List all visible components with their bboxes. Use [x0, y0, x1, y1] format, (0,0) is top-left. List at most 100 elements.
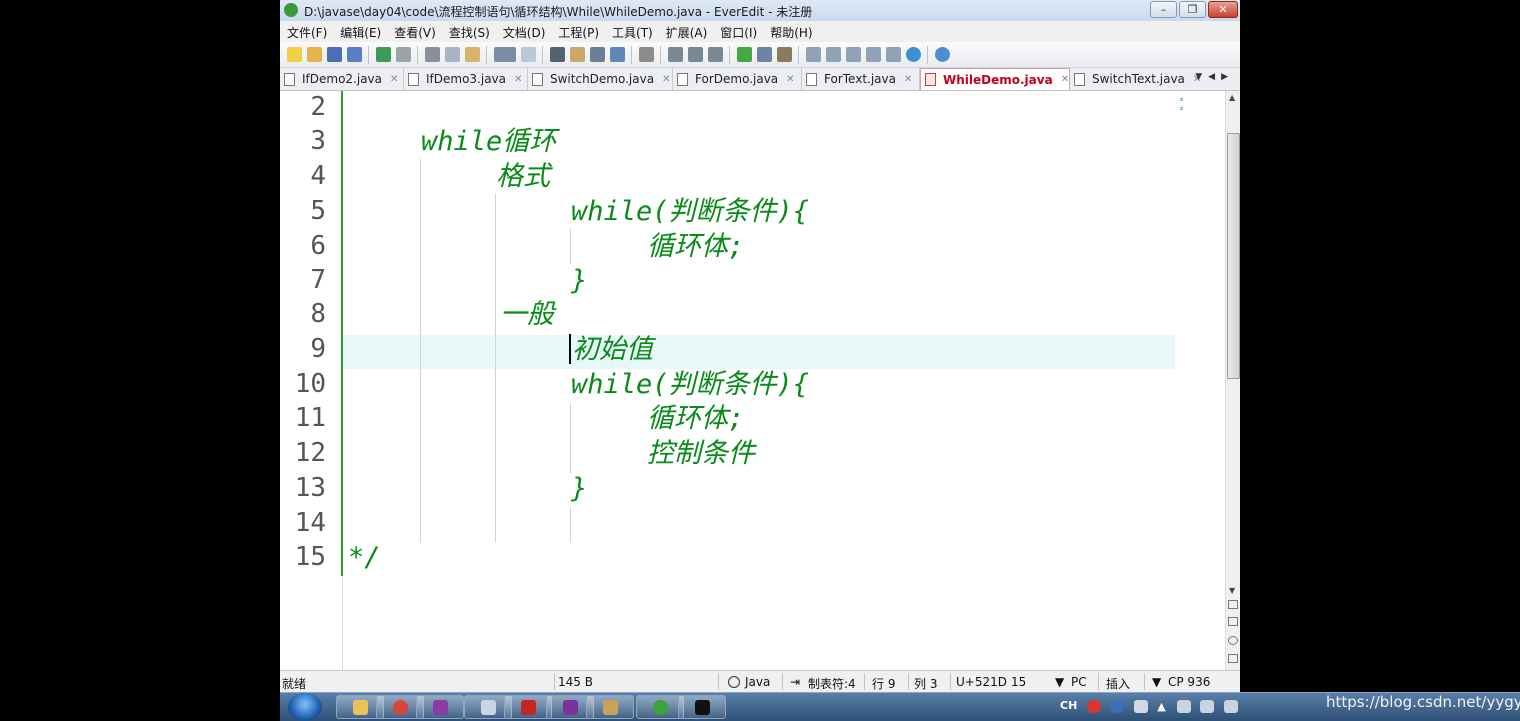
status-encoding[interactable]: CP 936 — [1168, 675, 1210, 689]
menu-tools[interactable]: 工具(T) — [605, 21, 659, 42]
hex-icon[interactable] — [885, 47, 901, 62]
line-number: 13 — [294, 473, 326, 503]
goto-icon[interactable] — [609, 47, 625, 62]
macro-play-icon[interactable] — [687, 47, 703, 62]
menu-window[interactable]: 窗口(I) — [713, 21, 763, 42]
column-mode-icon[interactable] — [520, 47, 536, 62]
plugin-icon[interactable] — [736, 47, 752, 62]
page-icon[interactable] — [1228, 617, 1238, 626]
paste-icon[interactable] — [464, 47, 480, 62]
scroll-down-arrow-icon[interactable]: ▼ — [1229, 586, 1235, 595]
status-line-ending[interactable]: PC — [1071, 675, 1087, 689]
flag-icon[interactable] — [1176, 699, 1191, 713]
tab-close-icon[interactable]: ✕ — [390, 74, 398, 85]
status-language[interactable]: Java — [745, 675, 770, 689]
tab-close-icon[interactable]: ✕ — [904, 74, 912, 85]
taskbar-onenote[interactable] — [416, 695, 464, 719]
help-icon[interactable] — [934, 47, 950, 62]
settings-tray-icon[interactable] — [1133, 699, 1148, 713]
code-text: while(判断条件){ — [571, 196, 810, 227]
status-insert-mode[interactable]: 插入 — [1106, 675, 1130, 692]
tab-switchtext[interactable]: SwitchText.java ✕ — [1070, 68, 1201, 90]
code-editor[interactable]: 2 3 while循环 4 格式 5 while(判断条件){ 6 循环体; 7… — [280, 91, 1225, 670]
save-all-icon[interactable] — [346, 47, 362, 62]
tab-switchdemo[interactable]: SwitchDemo.java ✕ — [528, 68, 673, 90]
restore-button[interactable]: ❐ — [1179, 1, 1206, 18]
copy-icon[interactable] — [444, 47, 460, 62]
window-icon[interactable] — [756, 47, 772, 62]
scrollbar-thumb[interactable] — [1227, 133, 1240, 379]
console-icon[interactable] — [865, 47, 881, 62]
tab-close-icon[interactable]: ✕ — [662, 74, 670, 85]
status-unicode: U+521D — [956, 675, 1007, 689]
taskbar-everedit[interactable] — [636, 695, 684, 719]
calculator-icon[interactable] — [638, 47, 654, 62]
save-icon[interactable] — [326, 47, 342, 62]
tools-icon[interactable] — [776, 47, 792, 62]
taskbar-recorder[interactable] — [504, 695, 552, 719]
zoom-icon[interactable] — [1228, 636, 1238, 645]
split-icon[interactable] — [1228, 654, 1238, 663]
code-text: 控制条件 — [647, 438, 755, 469]
page-icon[interactable] — [1228, 600, 1238, 609]
dropdown-arrow-icon[interactable]: ▼ — [1152, 675, 1161, 689]
tab-ifdemo3[interactable]: IfDemo3.java ✕ — [404, 68, 528, 90]
browser-icon[interactable] — [905, 47, 921, 62]
tab-close-icon[interactable]: ✕ — [786, 74, 794, 85]
taskbar-cmd[interactable] — [678, 695, 726, 719]
code-text: 循环体; — [647, 403, 745, 434]
macro-repeat-icon[interactable] — [707, 47, 723, 62]
document-map-icon[interactable] — [845, 47, 861, 62]
cut-icon[interactable] — [424, 47, 440, 62]
taskbar-paint[interactable] — [586, 695, 634, 719]
replace-icon[interactable] — [569, 47, 585, 62]
code-line: 14 — [280, 506, 1225, 541]
redo-icon[interactable] — [395, 47, 411, 62]
menu-project[interactable]: 工程(P) — [551, 21, 605, 42]
new-file-icon[interactable] — [286, 47, 302, 62]
tab-close-icon[interactable]: ✕ — [514, 74, 522, 85]
tab-scroll-arrows[interactable]: ▼◀▶ — [1195, 72, 1234, 82]
tab-whiledemo[interactable]: WhileDemo.java ✕ — [920, 68, 1070, 90]
close-button[interactable]: ✕ — [1208, 1, 1238, 18]
volume-icon[interactable] — [1223, 699, 1238, 713]
menu-help[interactable]: 帮助(H) — [763, 21, 818, 42]
network-icon[interactable] — [1200, 699, 1215, 713]
cmd-icon — [695, 700, 710, 715]
tab-fordemo[interactable]: ForDemo.java ✕ — [673, 68, 802, 90]
scroll-up-arrow-icon[interactable]: ▲ — [1229, 93, 1235, 102]
sogou-input-icon[interactable] — [1086, 699, 1101, 713]
menu-extensions[interactable]: 扩展(A) — [659, 21, 714, 42]
help-tray-icon[interactable] — [1110, 699, 1125, 713]
menu-search[interactable]: 查找(S) — [442, 21, 496, 42]
menu-document[interactable]: 文档(D) — [496, 21, 552, 42]
find-icon[interactable] — [549, 47, 565, 62]
status-tab-size[interactable]: 制表符:4 — [808, 675, 856, 692]
macro-record-icon[interactable] — [667, 47, 683, 62]
outline-icon[interactable] — [805, 47, 821, 62]
tray-expand-icon[interactable]: ▲ — [1157, 700, 1167, 713]
tab-label: WhileDemo.java — [943, 72, 1053, 87]
find-in-files-icon[interactable] — [589, 47, 605, 62]
menu-edit[interactable]: 编辑(E) — [333, 21, 387, 42]
open-folder-icon[interactable] — [306, 47, 322, 62]
input-method-indicator[interactable]: CH — [1060, 699, 1077, 712]
menu-file[interactable]: 文件(F) — [280, 21, 333, 42]
minimize-button[interactable]: – — [1150, 1, 1177, 18]
word-wrap-icon[interactable] — [493, 47, 516, 62]
text-cursor — [569, 334, 571, 364]
start-button[interactable] — [288, 693, 322, 721]
line-number: 8 — [310, 299, 326, 329]
undo-icon[interactable] — [375, 47, 391, 62]
menu-view[interactable]: 查看(V) — [387, 21, 442, 42]
split-view-icon[interactable] — [825, 47, 841, 62]
toolbar — [280, 42, 1240, 68]
tab-ifdemo2[interactable]: IfDemo2.java ✕ — [280, 68, 404, 90]
vertical-scrollbar[interactable]: ▲ ▼ — [1225, 91, 1240, 670]
tab-fortext[interactable]: ForText.java ✕ — [802, 68, 920, 90]
tab-close-icon[interactable]: ✕ — [1061, 74, 1069, 85]
code-line: 4 格式 — [280, 159, 1225, 194]
document-icon — [408, 72, 419, 86]
code-line: 3 while循环 — [280, 124, 1225, 159]
dropdown-arrow-icon[interactable]: ▼ — [1055, 675, 1064, 689]
